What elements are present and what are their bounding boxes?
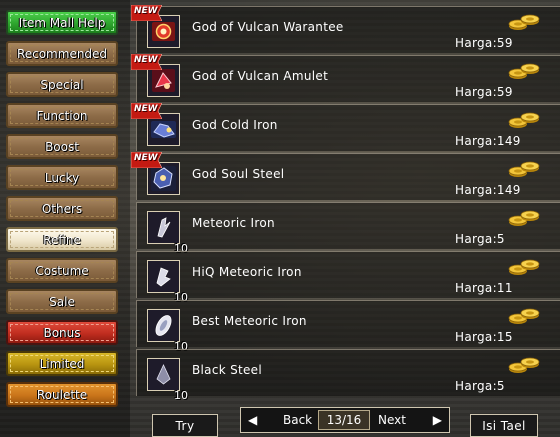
item-name: God Cold Iron bbox=[192, 118, 278, 132]
item-row[interactable]: 10 HiQ Meteoric Iron Harga:11 bbox=[136, 251, 560, 304]
gold-coin-icon bbox=[507, 13, 541, 31]
category-limited-button[interactable]: Limited bbox=[6, 351, 118, 376]
item-price: Harga:5 bbox=[455, 379, 505, 393]
category-function-button[interactable]: Function bbox=[6, 103, 118, 128]
new-badge-label: NEW bbox=[134, 153, 158, 163]
meteoric-iron-icon[interactable]: 10 bbox=[147, 211, 188, 255]
gold-coin-icon bbox=[507, 111, 541, 129]
next-page-arrow-icon[interactable]: ▶ bbox=[433, 413, 442, 427]
item-quantity: 10 bbox=[174, 389, 188, 402]
item-row[interactable]: 10 Black Steel Harga:5 bbox=[136, 349, 560, 402]
new-badge-icon: NEW bbox=[130, 4, 163, 22]
category-refine-button[interactable]: Refine bbox=[6, 227, 118, 252]
gold-coin-icon bbox=[507, 209, 541, 227]
item-name: HiQ Meteoric Iron bbox=[192, 265, 302, 279]
back-button[interactable]: Back bbox=[283, 413, 312, 427]
item-name: Best Meteoric Iron bbox=[192, 314, 307, 328]
new-badge-label: NEW bbox=[134, 55, 158, 65]
item-name: God of Vulcan Warantee bbox=[192, 20, 344, 34]
new-badge-icon: NEW bbox=[130, 151, 163, 169]
item-name: Meteoric Iron bbox=[192, 216, 275, 230]
item-price: Harga:15 bbox=[455, 330, 513, 344]
item-price: Harga:59 bbox=[455, 36, 513, 50]
item-price: Harga:59 bbox=[455, 85, 513, 99]
prev-page-arrow-icon[interactable]: ◀ bbox=[248, 413, 257, 427]
gold-coin-icon bbox=[507, 356, 541, 374]
item-list: NEW God of Vulcan Warantee Harga:59 NEW God … bbox=[130, 4, 560, 408]
new-badge-icon: NEW bbox=[130, 102, 163, 120]
new-badge-label: NEW bbox=[134, 104, 158, 114]
black-steel-icon[interactable]: 10 bbox=[147, 358, 188, 402]
hiq-meteoric-iron-icon[interactable]: 10 bbox=[147, 260, 188, 304]
category-others-button[interactable]: Others bbox=[6, 196, 118, 221]
category-costume-button[interactable]: Costume bbox=[6, 258, 118, 283]
item-name: God of Vulcan Amulet bbox=[192, 69, 329, 83]
isi-tael-button[interactable]: Isi Tael bbox=[470, 414, 538, 437]
gold-coin-icon bbox=[507, 160, 541, 178]
category-bonus-button[interactable]: Bonus bbox=[6, 320, 118, 345]
page-indicator: 13/16 bbox=[318, 410, 370, 430]
gold-coin-icon bbox=[507, 307, 541, 325]
item-row[interactable]: NEW God Soul Steel Harga:149 bbox=[130, 151, 560, 200]
pagination-bar: ◀ Back 13/16 Next ▶ bbox=[240, 407, 450, 433]
new-badge-icon: NEW bbox=[130, 53, 163, 71]
item-row[interactable]: 10 Meteoric Iron Harga:5 bbox=[136, 202, 560, 255]
category-boost-button[interactable]: Boost bbox=[6, 134, 118, 159]
next-button[interactable]: Next bbox=[378, 413, 406, 427]
item-row[interactable]: NEW God Cold Iron Harga:149 bbox=[130, 102, 560, 151]
category-sidebar: Item Mall Help Recommended Special Function… bbox=[6, 10, 121, 413]
item-row[interactable]: 10 Best Meteoric Iron Harga:15 bbox=[136, 300, 560, 353]
category-lucky-button[interactable]: Lucky bbox=[6, 165, 118, 190]
best-meteoric-iron-icon[interactable]: 10 bbox=[147, 309, 188, 353]
item-price: Harga:5 bbox=[455, 232, 505, 246]
category-recommended-button[interactable]: Recommended bbox=[6, 41, 118, 66]
category-sale-button[interactable]: Sale bbox=[6, 289, 118, 314]
item-row[interactable]: NEW God of Vulcan Warantee Harga:59 bbox=[130, 4, 560, 53]
item-name: God Soul Steel bbox=[192, 167, 285, 181]
gold-coin-icon bbox=[507, 258, 541, 276]
item-row[interactable]: NEW God of Vulcan Amulet Harga:59 bbox=[130, 53, 560, 102]
category-item-mall-help-button[interactable]: Item Mall Help bbox=[6, 10, 118, 35]
item-price: Harga:149 bbox=[455, 183, 521, 197]
item-price: Harga:11 bbox=[455, 281, 513, 295]
item-name: Black Steel bbox=[192, 363, 263, 377]
new-badge-label: NEW bbox=[134, 6, 158, 16]
item-price: Harga:149 bbox=[455, 134, 521, 148]
gold-coin-icon bbox=[507, 62, 541, 80]
category-special-button[interactable]: Special bbox=[6, 72, 118, 97]
try-button[interactable]: Try bbox=[152, 414, 218, 437]
category-roulette-button[interactable]: Roulette bbox=[6, 382, 118, 407]
